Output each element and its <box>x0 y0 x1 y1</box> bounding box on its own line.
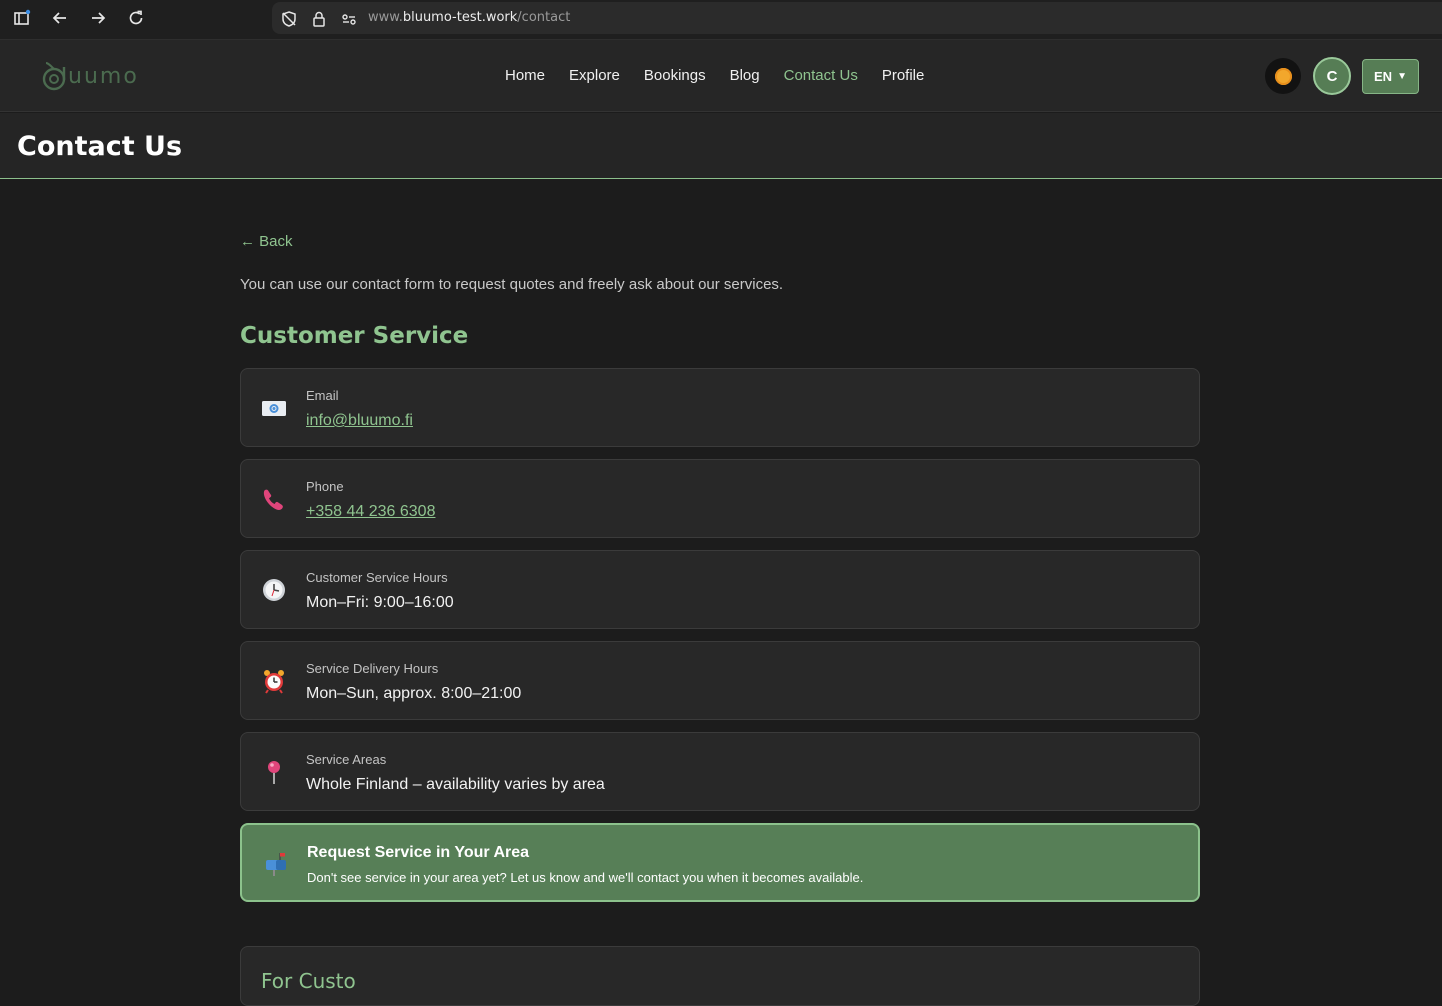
lock-icon[interactable] <box>310 10 328 28</box>
sun-icon <box>1274 67 1292 85</box>
permissions-icon[interactable] <box>340 10 358 28</box>
contact-card-service-hours: Customer Service Hours Mon–Fri: 9:00–16:… <box>240 550 1200 629</box>
card-value: Mon–Sun, approx. 8:00–21:00 <box>306 685 522 702</box>
contact-card-phone: Phone +358 44 236 6308 <box>240 459 1200 538</box>
section-title: Customer Service <box>240 323 469 349</box>
nav-blog[interactable]: Blog <box>730 67 760 84</box>
reload-icon[interactable] <box>123 7 149 29</box>
back-arrow-icon[interactable] <box>47 7 73 29</box>
nav-profile[interactable]: Profile <box>882 67 925 84</box>
url-domain: bluumo-test.work <box>402 10 518 25</box>
site-header: uumo Home Explore Bookings Blog Contact … <box>0 40 1442 112</box>
url-path: /contact <box>517 10 571 25</box>
language-label: EN <box>1374 69 1393 84</box>
logo-wordmark: uumo <box>68 63 139 89</box>
request-service-description: Don't see service in your area yet? Let … <box>307 870 864 885</box>
pin-icon <box>261 759 287 785</box>
browser-toolbar: www.bluumo-test.work/contact <box>0 0 1442 40</box>
language-selector[interactable]: EN ▼ <box>1362 59 1419 94</box>
card-label: Service Delivery Hours <box>306 661 439 676</box>
tracking-shield-icon[interactable] <box>280 10 298 28</box>
caret-down-icon: ▼ <box>1397 71 1407 82</box>
card-label: Service Areas <box>306 752 387 767</box>
forward-arrow-icon[interactable] <box>85 7 111 29</box>
mailbox-icon <box>262 849 290 877</box>
envelope-icon <box>261 395 287 421</box>
phone-icon <box>261 486 287 512</box>
back-link[interactable]: ← Back <box>240 233 293 250</box>
logo[interactable]: uumo <box>40 59 139 93</box>
request-service-button[interactable]: Request Service in Your Area Don't see s… <box>240 823 1200 902</box>
card-label: Email <box>306 388 339 403</box>
address-bar[interactable]: www.bluumo-test.work/contact <box>272 2 1442 34</box>
nav-home[interactable]: Home <box>505 67 545 84</box>
contact-card-delivery-hours: Service Delivery Hours Mon–Sun, approx. … <box>240 641 1200 720</box>
request-service-title: Request Service in Your Area <box>307 844 530 861</box>
email-link[interactable]: info@bluumo.fi <box>306 412 413 430</box>
contact-card-service-areas: Service Areas Whole Finland – availabili… <box>240 732 1200 811</box>
phone-link[interactable]: +358 44 236 6308 <box>306 503 435 521</box>
card-label: Phone <box>306 479 344 494</box>
nav-explore[interactable]: Explore <box>569 67 620 84</box>
clock-icon <box>261 577 287 603</box>
contact-card-email: Email info@bluumo.fi <box>240 368 1200 447</box>
next-section-title: For Custo <box>261 969 356 993</box>
page-title: Contact Us <box>17 131 183 162</box>
card-label: Customer Service Hours <box>306 570 448 585</box>
nav-bookings[interactable]: Bookings <box>644 67 706 84</box>
theme-toggle-button[interactable] <box>1265 58 1301 94</box>
card-value: Whole Finland – availability varies by a… <box>306 776 605 793</box>
next-section-card: For Custo <box>240 946 1200 1006</box>
main-nav: Home Explore Bookings Blog Contact Us Pr… <box>505 67 948 84</box>
intro-text: You can use our contact form to request … <box>240 276 784 293</box>
url-text[interactable]: www.bluumo-test.work/contact <box>368 10 570 25</box>
url-prefix: www. <box>368 10 403 25</box>
tab-view-icon[interactable] <box>9 7 35 29</box>
alarm-clock-icon <box>261 668 287 694</box>
avatar[interactable]: C <box>1313 57 1351 95</box>
nav-contact-us[interactable]: Contact Us <box>784 67 858 84</box>
page-title-band: Contact Us <box>0 113 1442 179</box>
logo-mark-icon <box>42 62 66 91</box>
card-value: Mon–Fri: 9:00–16:00 <box>306 594 454 611</box>
